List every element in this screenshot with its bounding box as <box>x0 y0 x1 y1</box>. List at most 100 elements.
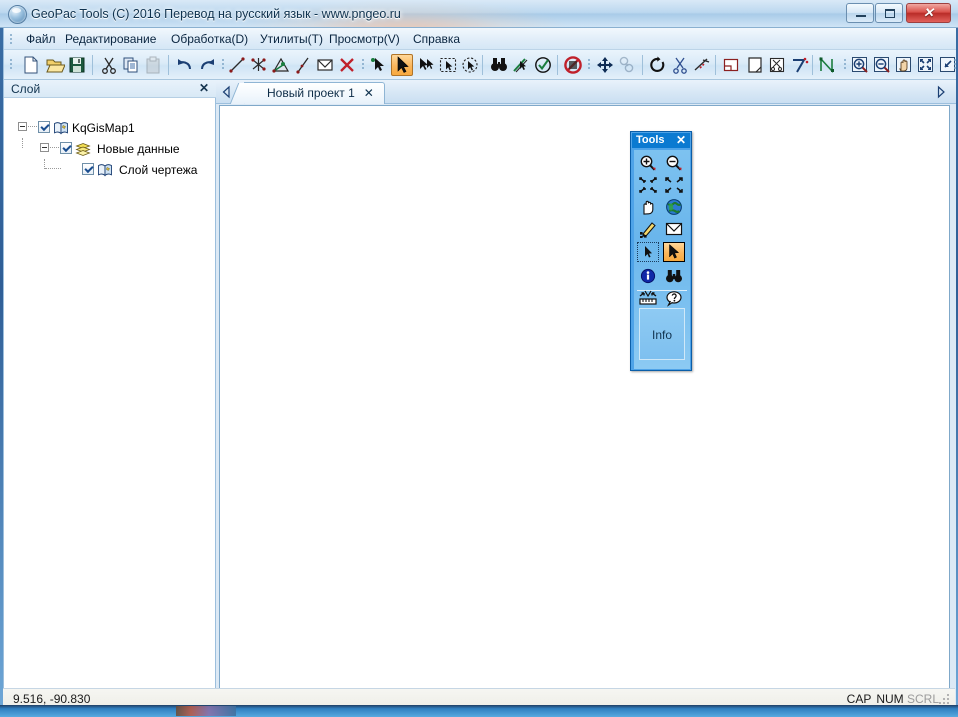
close-icon[interactable]: ✕ <box>197 81 211 95</box>
tab-new-project-1[interactable]: Новый проект 1 ✕ <box>244 82 385 104</box>
toolbar-separator <box>168 55 169 75</box>
layer-visibility-checkbox[interactable] <box>60 142 72 154</box>
palette-info-readout[interactable]: Info <box>639 308 685 360</box>
new-document-button[interactable] <box>20 54 42 76</box>
palette-zoom-in-button[interactable] <box>637 153 659 173</box>
no-entry-button[interactable] <box>562 54 584 76</box>
arrow-select-button[interactable] <box>391 54 413 76</box>
page-fold-button[interactable] <box>744 54 766 76</box>
toolbar-separator <box>92 55 93 75</box>
menu-item-edit[interactable]: Редактирование <box>61 31 160 47</box>
palette-help-button[interactable] <box>663 288 685 308</box>
split-button[interactable] <box>669 54 691 76</box>
menu-item-file[interactable]: Файл <box>22 31 60 47</box>
measure-pen-icon <box>513 58 528 73</box>
tab-scroll-right-icon[interactable] <box>934 85 948 99</box>
draw-polyline-button[interactable] <box>292 54 314 76</box>
status-coordinates: 9.516, -90.830 <box>13 692 91 706</box>
toolbar-gripper-1[interactable] <box>8 57 14 71</box>
lasso-select-button[interactable] <box>459 54 481 76</box>
node-snap-button[interactable] <box>816 54 838 76</box>
menu-gripper[interactable] <box>8 32 14 46</box>
palette-pencil-button[interactable] <box>637 219 659 239</box>
new-document-icon <box>24 56 38 74</box>
menu-item-utils[interactable]: Утилиты(T) <box>256 31 327 47</box>
palette-zoom-shrink-button[interactable] <box>637 175 659 195</box>
find-button[interactable] <box>488 54 510 76</box>
move-button[interactable] <box>594 54 616 76</box>
zoom-extent-button[interactable] <box>915 54 937 76</box>
palette-rectangle-select-button[interactable] <box>637 242 659 262</box>
arrow-select-icon <box>669 243 680 259</box>
layers-stack-icon <box>75 141 91 157</box>
menu-item-view[interactable]: Просмотр(V) <box>325 31 404 47</box>
palette-zoom-out-button[interactable] <box>663 153 685 173</box>
toolbar-gripper-4[interactable] <box>586 57 592 71</box>
copy-shapes-button[interactable] <box>616 54 638 76</box>
save-button[interactable] <box>66 54 88 76</box>
angle-button[interactable] <box>788 54 810 76</box>
multi-select-icon <box>420 58 434 70</box>
layer-tree[interactable]: KqGisMap1 Новые данные Слой чертежа <box>4 98 215 689</box>
draw-point-button[interactable] <box>248 54 270 76</box>
draw-envelope-button[interactable] <box>314 54 336 76</box>
cut-button[interactable] <box>98 54 120 76</box>
open-folder-icon <box>46 59 65 73</box>
pan-hand-button[interactable] <box>893 54 915 76</box>
palette-measure-button[interactable] <box>637 288 659 308</box>
zoom-out-icon <box>666 155 682 171</box>
tree-connector <box>50 147 59 149</box>
close-icon[interactable]: ✕ <box>676 133 686 147</box>
tools-palette-header[interactable]: Tools ✕ <box>632 133 690 148</box>
tools-palette[interactable]: Tools ✕ Info <box>630 131 692 371</box>
minimize-button[interactable] <box>846 3 874 23</box>
palette-pan-button[interactable] <box>637 197 659 217</box>
copy-button[interactable] <box>120 54 142 76</box>
zoom-expand-icon <box>665 177 683 193</box>
draw-line-button[interactable] <box>226 54 248 76</box>
delete-button[interactable] <box>336 54 358 76</box>
zoom-out-button[interactable] <box>871 54 893 76</box>
trim-button[interactable] <box>691 54 713 76</box>
maximize-button[interactable] <box>875 3 903 23</box>
map-canvas[interactable] <box>219 105 950 705</box>
draw-polyline-icon <box>296 57 309 74</box>
tools-palette-title: Tools <box>636 134 665 146</box>
cut-page-button[interactable] <box>766 54 788 76</box>
toolbar-gripper-3[interactable] <box>360 57 366 71</box>
open-folder-button[interactable] <box>44 54 66 76</box>
palette-arrow-select-button[interactable] <box>663 242 685 262</box>
redo-button[interactable] <box>196 54 218 76</box>
palette-zoom-expand-button[interactable] <box>663 175 685 195</box>
zoom-in-button[interactable] <box>849 54 871 76</box>
vertex-select-button[interactable] <box>367 54 389 76</box>
rotate-button[interactable] <box>647 54 669 76</box>
layer-visibility-checkbox[interactable] <box>82 163 94 175</box>
measure-button[interactable] <box>510 54 532 76</box>
multi-select-button[interactable] <box>415 54 437 76</box>
palette-envelope-button[interactable] <box>663 219 685 239</box>
check-circle-button[interactable] <box>532 54 554 76</box>
toolbar-gripper-5[interactable] <box>842 57 848 71</box>
tab-close-icon[interactable]: ✕ <box>364 86 374 100</box>
expander-collapse-icon[interactable] <box>18 122 27 131</box>
expander-collapse-icon[interactable] <box>40 143 49 152</box>
menu-item-help[interactable]: Справка <box>409 31 464 47</box>
toolbar-gripper-6[interactable] <box>952 57 956 71</box>
paste-button[interactable] <box>142 54 164 76</box>
split-scissors-icon <box>673 57 687 74</box>
square-corner-button[interactable] <box>720 54 742 76</box>
menu-item-process[interactable]: Обработка(D) <box>167 31 252 47</box>
draw-polygon-button[interactable] <box>270 54 292 76</box>
palette-info-button[interactable] <box>637 266 659 286</box>
pan-hand-icon <box>643 200 654 215</box>
palette-globe-button[interactable] <box>663 197 685 217</box>
undo-button[interactable] <box>174 54 196 76</box>
close-button[interactable]: ✕ <box>906 3 951 23</box>
document-area: Новый проект 1 ✕ <box>216 80 956 708</box>
rectangle-select-button[interactable] <box>437 54 459 76</box>
layer-visibility-checkbox[interactable] <box>38 121 50 133</box>
find-binoculars-icon <box>491 58 507 71</box>
palette-find-button[interactable] <box>663 266 685 286</box>
square-corner-icon <box>723 58 739 72</box>
